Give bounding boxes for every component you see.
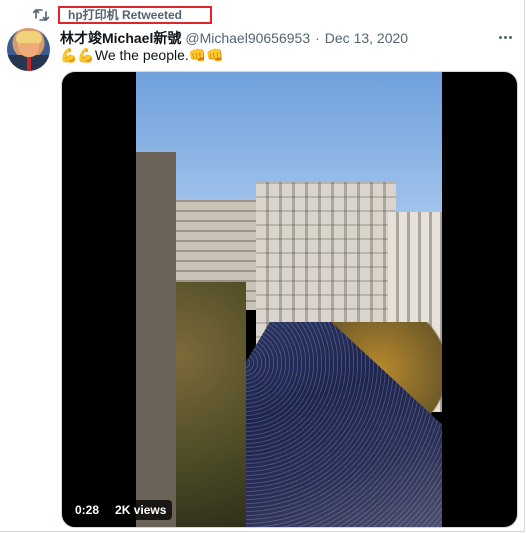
tweet-text: 💪💪We the people.👊👊 [60, 47, 224, 63]
retweet-context: hp打印机 Retweeted [32, 5, 213, 25]
more-options-icon[interactable] [493, 27, 517, 47]
retweet-icon [32, 6, 50, 24]
video-views: 2K views [109, 500, 173, 520]
retweet-highlight-box: hp打印机 Retweeted [58, 6, 213, 24]
video-meta: 0:28 2K views [69, 500, 173, 520]
video-player[interactable]: 0:28 2K views [61, 71, 518, 528]
author-handle[interactable]: @Michael90656953 [185, 29, 310, 47]
tweet-header: 林才竣Michael新號 @Michael90656953 · Dec 13, … [60, 29, 408, 47]
tweet-card[interactable]: hp打印机 Retweeted 林才竣Michael新號 @Michael906… [0, 0, 525, 532]
avatar[interactable] [7, 28, 50, 71]
separator-dot: · [315, 30, 320, 46]
video-thumbnail [136, 72, 442, 527]
retweet-label[interactable]: hp打印机 Retweeted [68, 9, 182, 21]
tweet-date[interactable]: Dec 13, 2020 [325, 29, 408, 47]
video-duration: 0:28 [69, 500, 106, 520]
author-display-name[interactable]: 林才竣Michael新號 [60, 29, 181, 47]
